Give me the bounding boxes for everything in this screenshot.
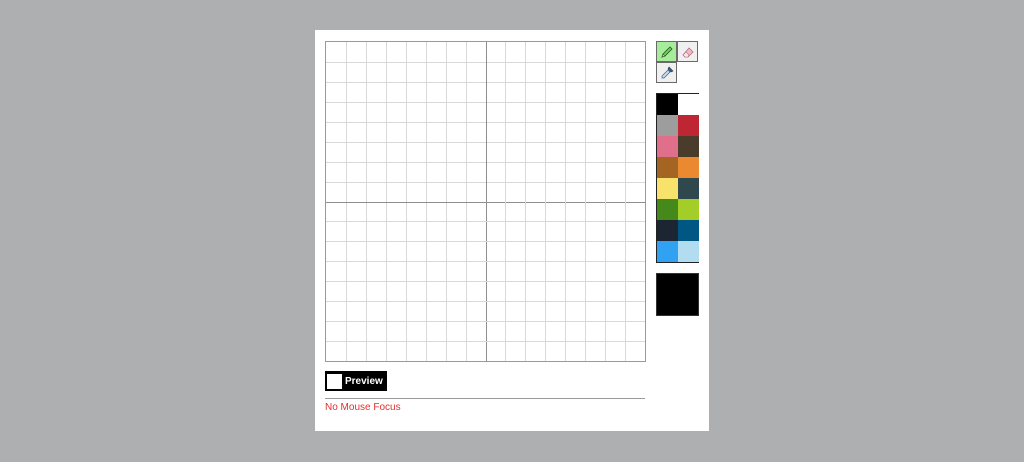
editor-panel: Preview No Mouse Focus: [315, 30, 709, 431]
preview-label: Preview: [345, 375, 383, 387]
grid-canvas[interactable]: [326, 42, 645, 361]
color-swatch[interactable]: [657, 220, 678, 241]
eraser-tool-button[interactable]: [677, 41, 698, 62]
color-swatch[interactable]: [678, 136, 699, 157]
color-swatch[interactable]: [678, 241, 699, 262]
color-swatch[interactable]: [678, 220, 699, 241]
preview-button[interactable]: Preview: [325, 371, 387, 391]
eyedropper-icon: [661, 65, 674, 78]
divider: [325, 398, 645, 399]
color-swatch[interactable]: [678, 178, 699, 199]
color-swatch[interactable]: [657, 157, 678, 178]
color-swatch[interactable]: [657, 94, 678, 115]
color-palette: [656, 93, 699, 263]
color-swatch[interactable]: [678, 94, 699, 115]
status-text: No Mouse Focus: [325, 402, 401, 413]
eyedropper-tool-button[interactable]: [656, 62, 677, 83]
color-swatch[interactable]: [657, 136, 678, 157]
pencil-tool-button[interactable]: [656, 41, 677, 62]
color-swatch[interactable]: [678, 157, 699, 178]
pencil-icon: [660, 45, 673, 58]
color-swatch[interactable]: [657, 115, 678, 136]
color-swatch[interactable]: [657, 178, 678, 199]
color-swatch[interactable]: [657, 199, 678, 220]
color-swatch[interactable]: [678, 199, 699, 220]
drawing-grid[interactable]: [325, 41, 646, 362]
color-swatch[interactable]: [678, 115, 699, 136]
eraser-icon: [681, 46, 694, 57]
current-color-swatch: [656, 273, 699, 316]
color-swatch[interactable]: [657, 241, 678, 262]
preview-thumbnail: [327, 373, 342, 389]
